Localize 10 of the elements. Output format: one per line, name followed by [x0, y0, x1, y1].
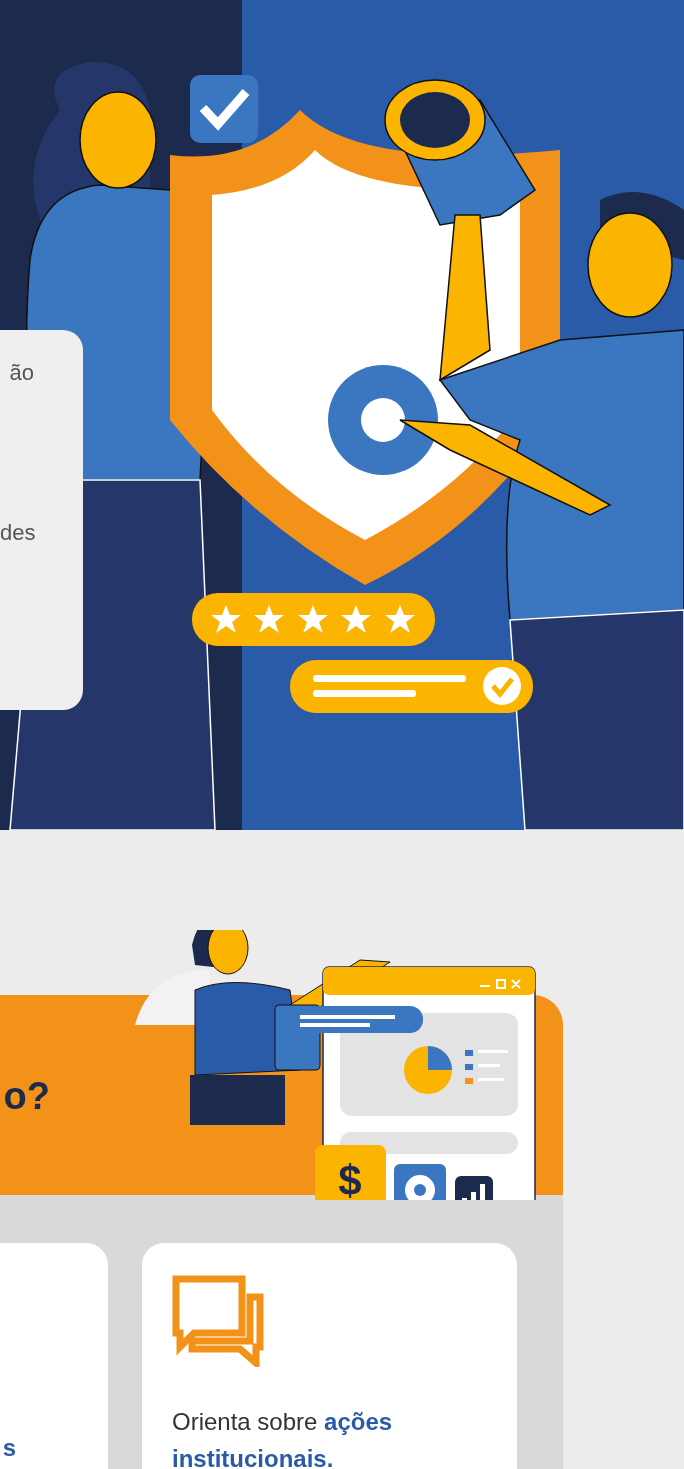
chat-icon [172, 1275, 264, 1367]
bar-chart-icon [455, 1176, 493, 1200]
dollar-icon: $ [338, 1157, 362, 1200]
card-text: ão [8, 362, 34, 384]
section-heading: o? [2, 1077, 50, 1115]
card-text: des [0, 522, 34, 544]
card-text: s [1, 1434, 16, 1463]
gear-icon [394, 1164, 446, 1200]
dollar-tile [315, 1145, 386, 1200]
card-text: Orienta sobre ações institucionais. [172, 1407, 394, 1469]
